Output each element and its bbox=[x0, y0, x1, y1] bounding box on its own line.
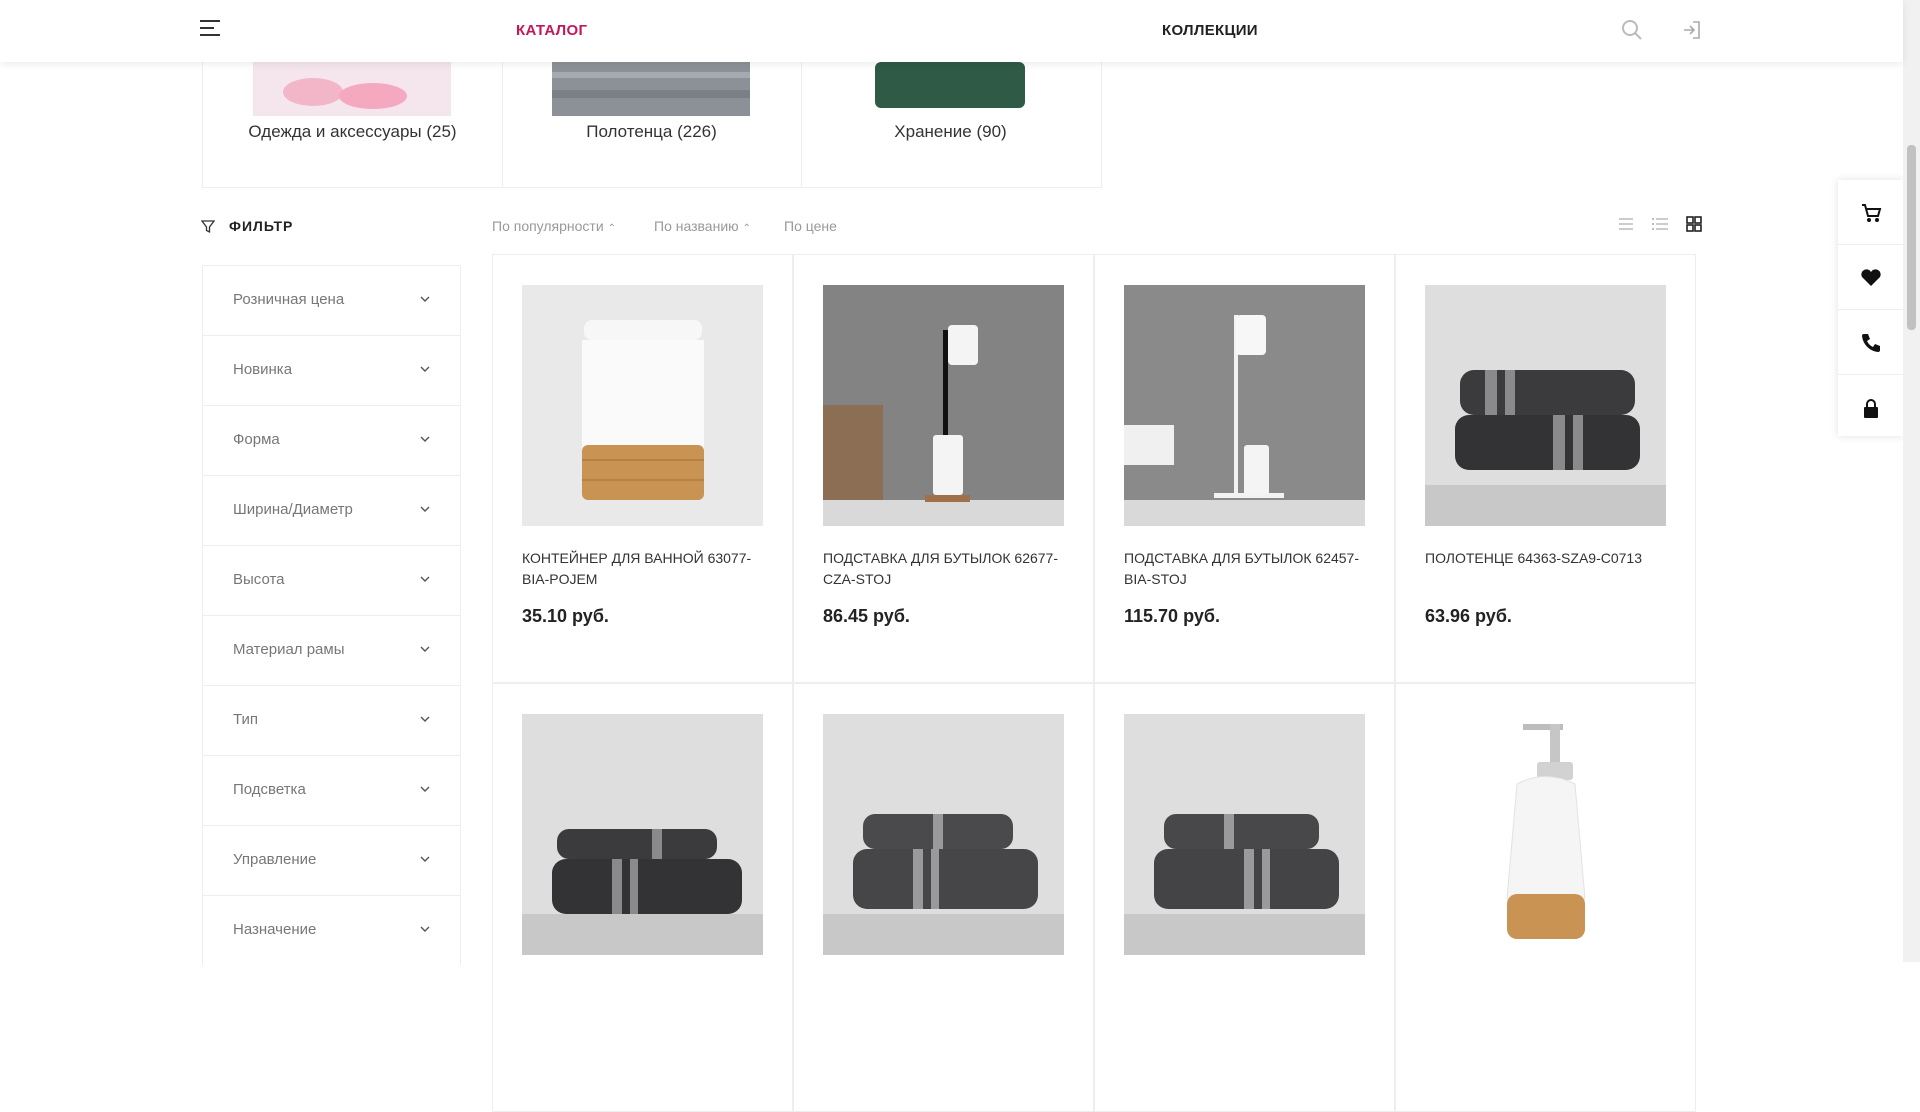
chevron-down-icon bbox=[420, 786, 430, 792]
call-button[interactable] bbox=[1838, 310, 1903, 375]
sort-popularity[interactable]: По популярности ⌃ bbox=[492, 218, 616, 234]
heart-icon bbox=[1861, 269, 1881, 286]
nav-collections-link[interactable]: КОЛЛЕКЦИИ bbox=[1162, 22, 1258, 39]
filter-item-label: Управление bbox=[233, 851, 317, 868]
filter-item[interactable]: Назначение bbox=[202, 895, 461, 965]
category-label: Хранение (90) bbox=[894, 122, 1007, 141]
filter-item[interactable]: Форма bbox=[202, 405, 461, 475]
filter-item[interactable]: Управление bbox=[202, 825, 461, 895]
chevron-up-icon: ⌃ bbox=[742, 223, 751, 234]
product-name[interactable]: ПОДСТАВКА ДЛЯ БУТЫЛОК 62457-BIA-STOJ bbox=[1124, 548, 1374, 590]
category-towels[interactable]: Полотенца (226) bbox=[502, 62, 802, 187]
chevron-down-icon bbox=[420, 576, 430, 582]
product-name[interactable]: КОНТЕЙНЕР ДЛЯ ВАННОЙ 63077-BIA-POJEM bbox=[522, 548, 772, 590]
product-card[interactable]: ПОЛОТЕНЦЕ 64363-SZA9-C0713 63.96 руб. bbox=[1395, 254, 1696, 683]
product-price: 86.45 руб. bbox=[823, 606, 910, 626]
detailed-list-view-icon[interactable] bbox=[1651, 215, 1669, 233]
product-image bbox=[1425, 714, 1666, 955]
product-image bbox=[823, 285, 1064, 526]
site-header: КАТАЛОГ КОЛЛЕКЦИИ bbox=[0, 0, 1903, 62]
filter-item[interactable]: Высота bbox=[202, 545, 461, 615]
product-image bbox=[1425, 285, 1666, 526]
chevron-down-icon bbox=[420, 436, 430, 442]
side-action-panel bbox=[1838, 180, 1903, 436]
login-icon[interactable] bbox=[1680, 18, 1704, 42]
chevron-down-icon bbox=[420, 296, 430, 302]
phone-icon bbox=[1862, 334, 1880, 352]
product-price: 35.10 руб. bbox=[522, 606, 609, 626]
chevron-up-icon: ⌃ bbox=[607, 223, 616, 234]
chevron-down-icon bbox=[420, 926, 430, 932]
chevron-down-icon bbox=[420, 646, 430, 652]
product-card[interactable]: КОНТЕЙНЕР ДЛЯ ВАННОЙ 63077-BIA-POJEM 35.… bbox=[492, 254, 793, 683]
filter-item-label: Форма bbox=[233, 431, 280, 448]
cart-button[interactable] bbox=[1838, 180, 1903, 245]
filter-title: ФИЛЬТР bbox=[229, 218, 294, 234]
product-card[interactable]: ПОДСТАВКА ДЛЯ БУТЫЛОК 62457-BIA-STOJ 115… bbox=[1094, 254, 1395, 683]
category-clothing-image bbox=[253, 62, 451, 116]
chevron-down-icon bbox=[420, 716, 430, 722]
sort-price[interactable]: По цене bbox=[784, 218, 837, 234]
category-storage-image bbox=[851, 62, 1049, 116]
product-image bbox=[823, 714, 1064, 955]
sort-name-label: По названию bbox=[654, 218, 739, 234]
product-image bbox=[522, 714, 763, 955]
category-strip: Одежда и аксессуары (25) Полотенца (226)… bbox=[202, 62, 1102, 188]
filter-item-label: Тип bbox=[233, 711, 259, 728]
category-storage[interactable]: Хранение (90) bbox=[801, 62, 1100, 187]
chevron-down-icon bbox=[420, 506, 430, 512]
product-image bbox=[522, 285, 763, 526]
favorites-button[interactable] bbox=[1838, 245, 1903, 310]
product-card[interactable] bbox=[492, 683, 793, 1112]
page-scrollbar[interactable] bbox=[1903, 0, 1920, 962]
menu-burger-icon[interactable] bbox=[200, 20, 222, 42]
category-towels-image bbox=[552, 62, 750, 116]
category-label: Полотенца (226) bbox=[586, 122, 717, 141]
chevron-down-icon bbox=[420, 366, 430, 372]
product-image bbox=[1124, 714, 1365, 955]
product-image bbox=[1124, 285, 1365, 526]
product-card[interactable]: ПОДСТАВКА ДЛЯ БУТЫЛОК 62677-CZA-STOJ 86.… bbox=[793, 254, 1094, 683]
product-price: 63.96 руб. bbox=[1425, 606, 1512, 626]
filter-item-label: Материал рамы bbox=[233, 641, 345, 658]
scrollbar-thumb[interactable] bbox=[1907, 145, 1916, 330]
category-clothing[interactable]: Одежда и аксессуары (25) bbox=[203, 62, 503, 187]
grid-view-icon[interactable] bbox=[1685, 215, 1703, 233]
filter-item[interactable]: Подсветка bbox=[202, 755, 461, 825]
category-label: Одежда и аксессуары (25) bbox=[248, 122, 457, 141]
sort-popularity-label: По популярности bbox=[492, 218, 604, 234]
filter-item-label: Подсветка bbox=[233, 781, 306, 798]
filter-item-label: Розничная цена bbox=[233, 291, 345, 308]
filter-item[interactable]: Тип bbox=[202, 685, 461, 755]
lock-icon bbox=[1864, 399, 1878, 418]
account-lock-button[interactable] bbox=[1838, 375, 1903, 439]
chevron-down-icon bbox=[420, 856, 430, 862]
list-view-icon[interactable] bbox=[1617, 215, 1635, 233]
filter-item-label: Новинка bbox=[233, 361, 293, 378]
nav-catalog-link[interactable]: КАТАЛОГ bbox=[516, 22, 587, 39]
sort-price-label: По цене bbox=[784, 218, 837, 234]
product-card[interactable] bbox=[1094, 683, 1395, 1112]
filter-item-label: Назначение bbox=[233, 921, 317, 938]
filter-item-label: Высота bbox=[233, 571, 285, 588]
filter-item[interactable]: Материал рамы bbox=[202, 615, 461, 685]
filter-list: Розничная цена Новинка Форма Ширина/Диам… bbox=[202, 265, 461, 965]
product-name[interactable]: ПОДСТАВКА ДЛЯ БУТЫЛОК 62677-CZA-STOJ bbox=[823, 548, 1073, 590]
filter-item[interactable]: Розничная цена bbox=[202, 265, 461, 335]
search-icon[interactable] bbox=[1620, 18, 1644, 42]
product-card[interactable] bbox=[1395, 683, 1696, 1112]
product-price: 115.70 руб. bbox=[1124, 606, 1220, 626]
filter-item[interactable]: Ширина/Диаметр bbox=[202, 475, 461, 545]
filter-icon bbox=[201, 220, 215, 234]
product-name[interactable]: ПОЛОТЕНЦЕ 64363-SZA9-C0713 bbox=[1425, 548, 1675, 569]
product-card[interactable] bbox=[793, 683, 1094, 1112]
cart-icon bbox=[1862, 204, 1882, 222]
filter-item-label: Ширина/Диаметр bbox=[233, 501, 353, 518]
filter-item[interactable]: Новинка bbox=[202, 335, 461, 405]
sort-name[interactable]: По названию ⌃ bbox=[654, 218, 751, 234]
